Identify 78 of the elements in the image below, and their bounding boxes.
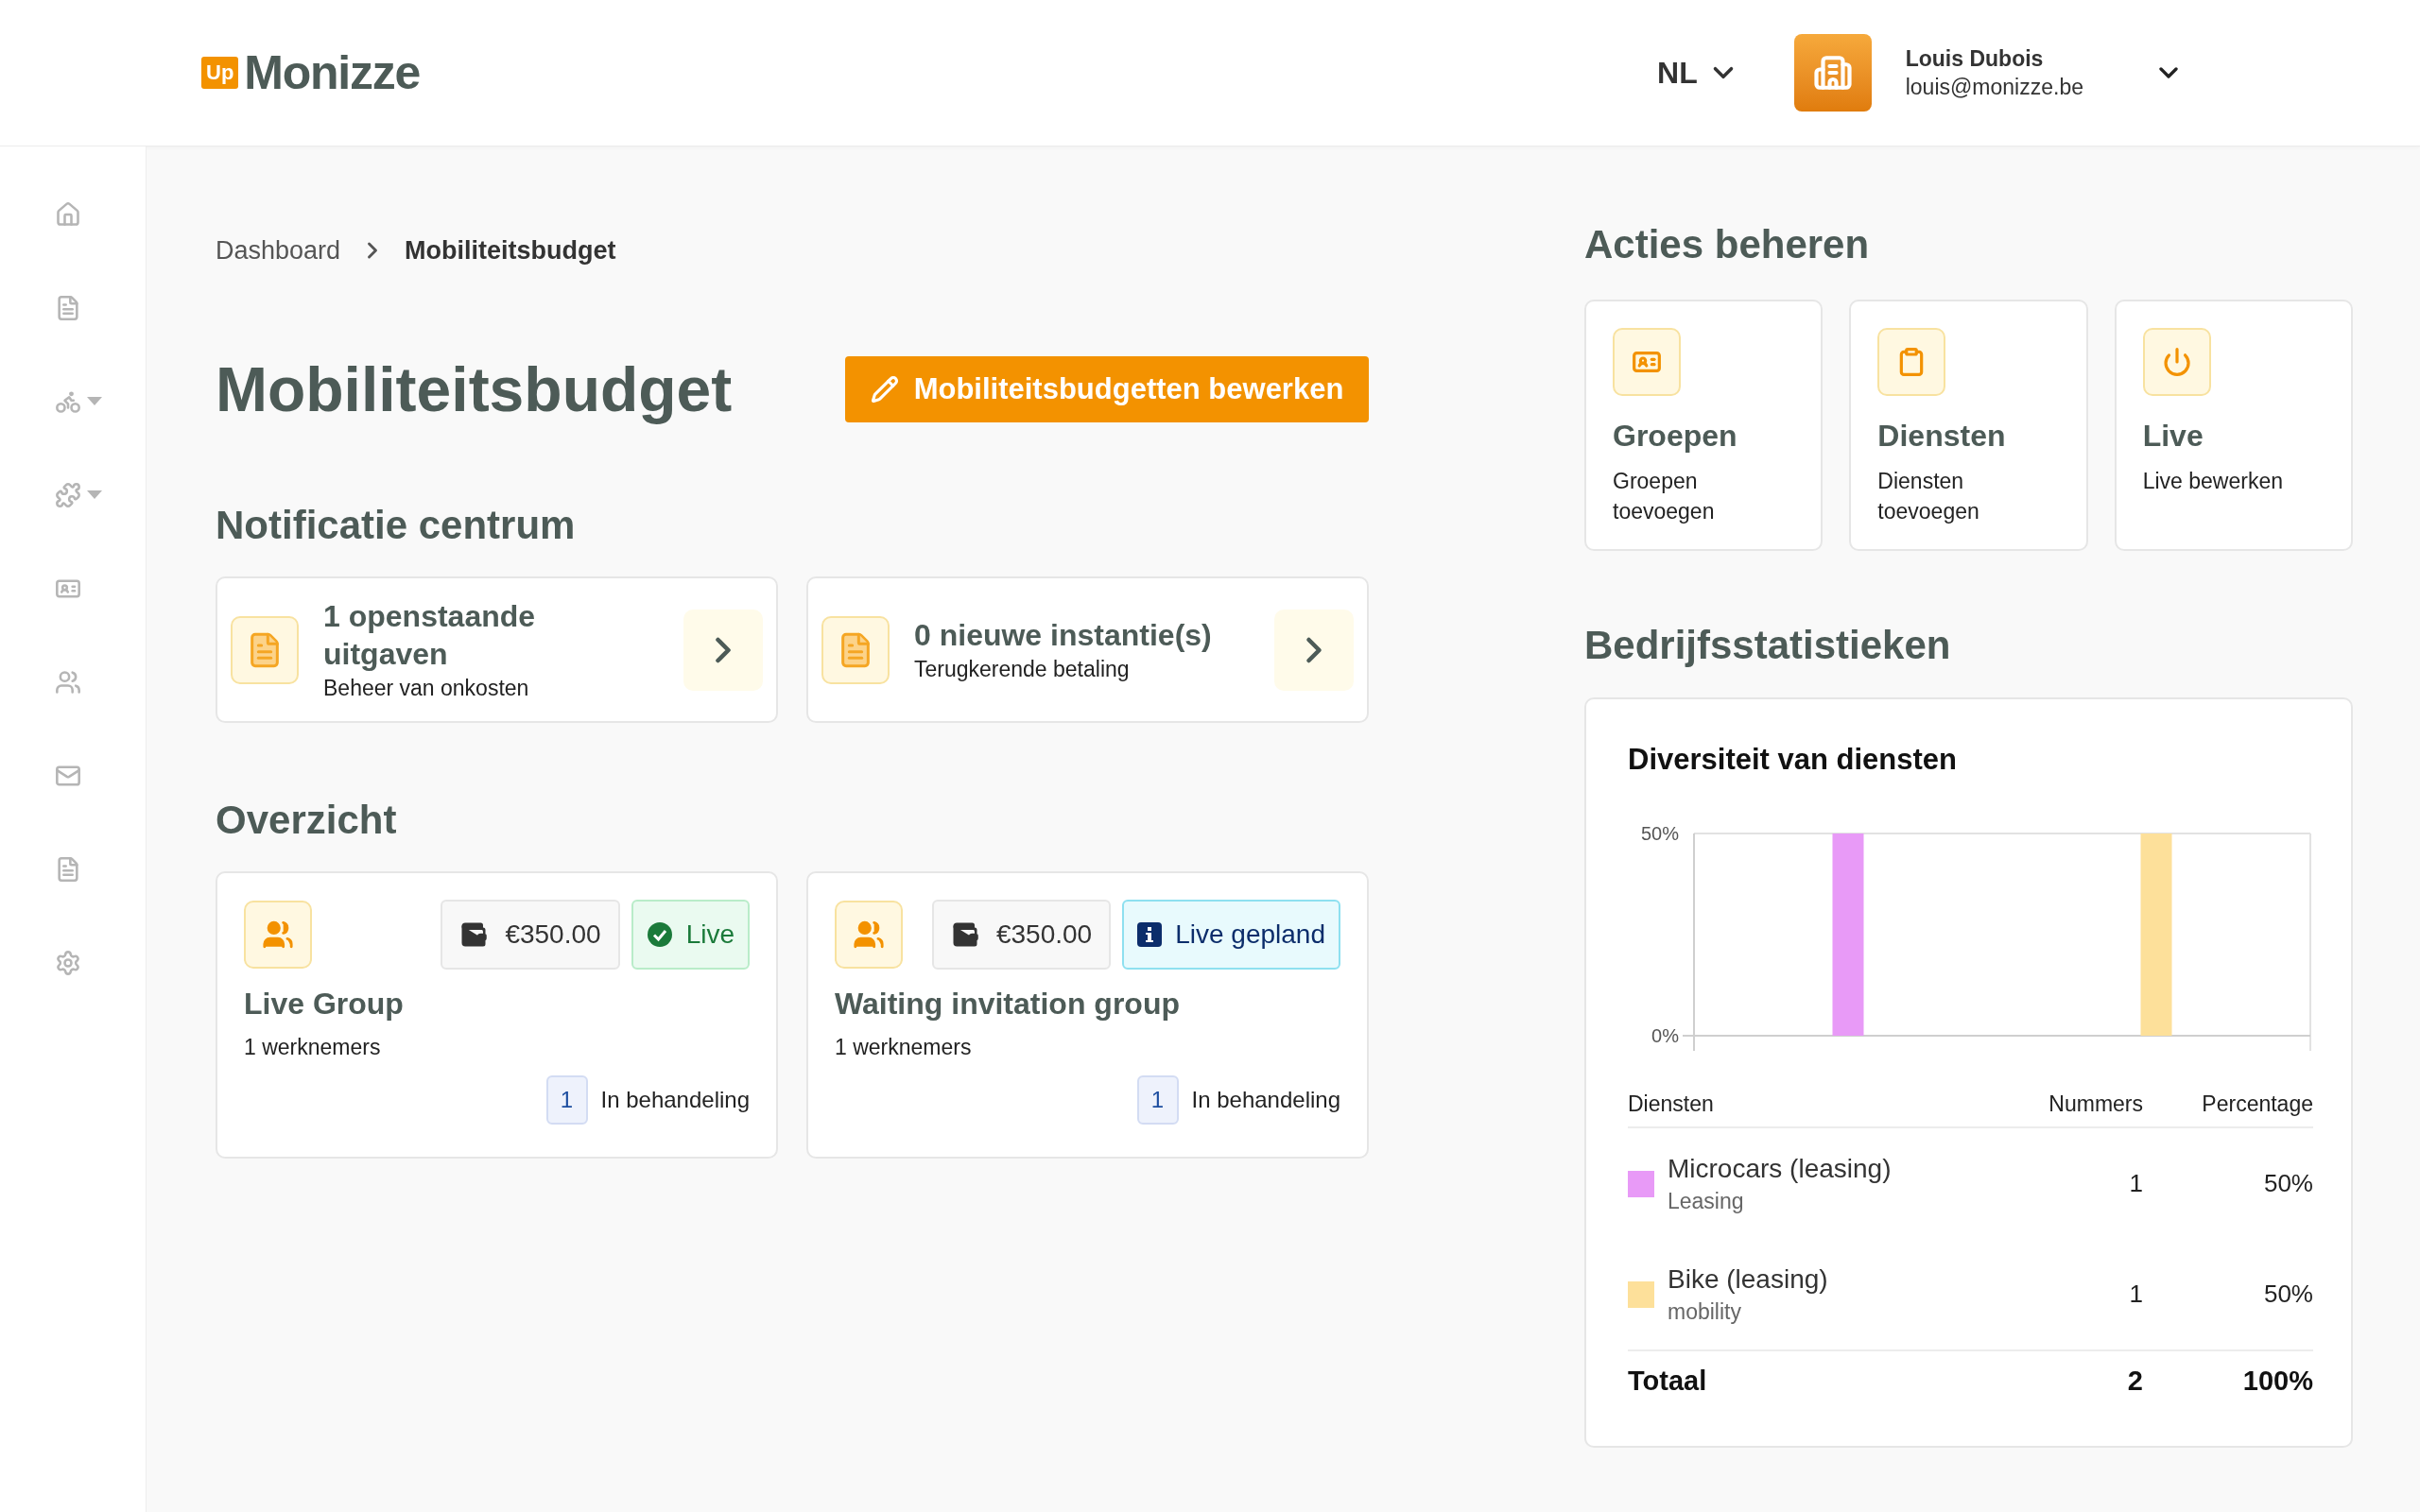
wallet-icon xyxy=(459,920,489,949)
action-card[interactable]: Live Live bewerken xyxy=(2114,300,2353,551)
axis-tick-label: 0% xyxy=(1651,1025,1679,1046)
notification-title: 1 openstaande uitgaven xyxy=(323,597,537,673)
amount-text: €350.00 xyxy=(505,919,601,951)
amount-text: €350.00 xyxy=(995,919,1093,951)
house-icon[interactable] xyxy=(55,201,81,228)
service-category: Leasing xyxy=(1668,1187,1745,1215)
pending-label: In behandeling xyxy=(1191,1086,1340,1114)
group-name: Live Group xyxy=(244,986,405,1022)
language-selector[interactable]: NL xyxy=(1657,50,1739,95)
settings-icon[interactable] xyxy=(55,950,81,976)
group-card[interactable]: €350.00 Live gepland Waiting invitation group 1 werknemers 1 In behandeling xyxy=(806,871,1369,1159)
service-category: mobility xyxy=(1668,1297,1742,1326)
employee-count: 1 werknemers xyxy=(244,1034,382,1061)
total-label: Totaal xyxy=(1628,1365,1708,1399)
users-icon xyxy=(262,919,294,951)
notification-card[interactable]: 0 nieuwe instantie(s) Terugkerende betaling xyxy=(806,576,1369,723)
users-icon xyxy=(853,919,885,951)
user-name: Louis Dubois xyxy=(1905,45,2045,73)
logo-text: Monizze xyxy=(244,49,420,96)
puzzle-icon[interactable] xyxy=(55,482,81,508)
group-name: Waiting invitation group xyxy=(835,986,1181,1022)
action-description: Diensten toevoegen xyxy=(1877,468,1980,525)
action-title: Groepen xyxy=(1613,418,1738,455)
breadcrumb-link[interactable]: Mobiliteitsbudget xyxy=(405,231,616,270)
table-cell-text: 1 xyxy=(2128,1279,2143,1310)
section-heading: Bedrijfsstatistieken xyxy=(1584,622,1952,669)
service-name: Microcars (leasing) xyxy=(1668,1152,1893,1185)
open-button[interactable] xyxy=(683,609,763,691)
section-heading: Acties beheren xyxy=(1584,221,1871,268)
action-description: Live bewerken xyxy=(2142,468,2284,495)
building-icon xyxy=(1812,53,1853,93)
pending-label: In behandeling xyxy=(600,1086,750,1114)
notification-subtitle: Terugkerende betaling xyxy=(914,655,1131,683)
notification-title: 0 nieuwe instantie(s) xyxy=(914,616,1213,654)
service-name: Bike (leasing) xyxy=(1668,1263,1829,1296)
open-button[interactable] xyxy=(1274,609,1354,691)
section-heading: Overzicht xyxy=(216,797,398,844)
action-description: Groepen toevoegen xyxy=(1613,468,1716,525)
employee-count: 1 werknemers xyxy=(835,1034,973,1061)
axis-tick-label: 50% xyxy=(1640,823,1679,844)
pending-count: 1 xyxy=(1136,1075,1179,1125)
column-header: Diensten xyxy=(1628,1090,1715,1118)
column-header: Nummers xyxy=(2048,1090,2143,1118)
status-label: Live gepland xyxy=(1175,919,1325,951)
card-title: Diversiteit van diensten xyxy=(1628,742,1958,778)
column-header: Percentage xyxy=(2201,1090,2313,1118)
info-icon xyxy=(1137,922,1163,947)
action-card[interactable]: Groepen Groepen toevoegen xyxy=(1584,300,1824,551)
notification-card[interactable]: 1 openstaande uitgaven Beheer van onkosten xyxy=(216,576,778,723)
table-cell-text: 50% xyxy=(2262,1168,2313,1199)
action-title: Live xyxy=(2142,418,2204,455)
logo-badge: Up xyxy=(201,57,239,89)
breadcrumb-link[interactable]: Dashboard xyxy=(216,231,341,270)
group-card[interactable]: €350.00 Live Live Group 1 werknemers 1 In behandeling xyxy=(216,871,778,1159)
table-cell-text: 50% xyxy=(2262,1279,2313,1310)
check-circle-icon xyxy=(646,921,673,948)
caret-icon xyxy=(87,397,102,406)
page-title: Mobiliteitsbudget xyxy=(216,353,733,426)
document-icon[interactable] xyxy=(55,856,81,883)
total-percentage: 100% xyxy=(2241,1365,2313,1399)
document-icon[interactable] xyxy=(55,295,81,321)
pencil-icon xyxy=(870,375,899,404)
action-title: Diensten xyxy=(1877,418,2007,455)
caret-icon xyxy=(87,490,102,500)
total-count: 2 xyxy=(2126,1365,2143,1399)
user-email: louis@monizze.be xyxy=(1905,74,2083,101)
action-card[interactable]: Diensten Diensten toevoegen xyxy=(1849,300,2088,551)
section-heading: Notificatie centrum xyxy=(216,502,577,549)
users-icon[interactable] xyxy=(55,669,81,696)
status-label: Live xyxy=(685,919,735,951)
envelope-icon[interactable] xyxy=(55,763,81,789)
table-cell-text: 1 xyxy=(2128,1168,2143,1199)
pending-count: 1 xyxy=(545,1075,588,1125)
power-icon xyxy=(2161,347,2192,377)
notification-subtitle: Beheer van onkosten xyxy=(323,674,530,702)
bicycle-icon[interactable] xyxy=(55,388,81,415)
